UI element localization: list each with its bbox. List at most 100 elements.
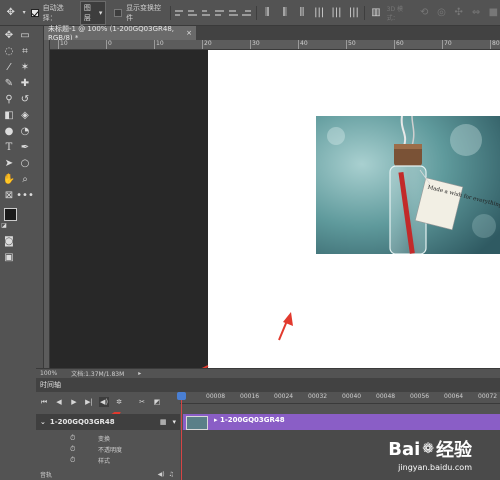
timeline-tick-label: 00064 bbox=[444, 393, 464, 400]
eraser-tool-icon[interactable]: ◧ bbox=[2, 110, 16, 122]
magic-wand-tool-icon[interactable]: ✶ bbox=[18, 62, 32, 74]
distribute-horizontal-icon[interactable]: ||| bbox=[330, 7, 343, 19]
timeline-panel-tab[interactable]: 时间轴 bbox=[36, 378, 500, 392]
auto-align-icon[interactable]: ▥ bbox=[369, 7, 382, 19]
timeline-tick-label: 00072 bbox=[478, 393, 498, 400]
ruler-tick-label: 0 bbox=[106, 40, 112, 49]
default-colors-icon[interactable]: ◪ bbox=[0, 222, 8, 230]
stopwatch-icon[interactable]: ⏱ bbox=[70, 456, 78, 465]
distribute-right-icon[interactable]: ||| bbox=[347, 7, 360, 19]
next-frame-icon[interactable]: ▶| bbox=[84, 397, 94, 407]
bottle-photo[interactable]: Made a wish for everything bbox=[316, 116, 500, 254]
transition-icon[interactable]: ◩ bbox=[152, 397, 162, 407]
chevron-down-icon: ▾ bbox=[98, 8, 103, 17]
distribute-left-icon[interactable]: ||| bbox=[313, 7, 326, 19]
align-bottom-icon[interactable] bbox=[201, 8, 211, 18]
status-menu-arrow-icon[interactable]: ▸ bbox=[138, 370, 141, 377]
crop-tool-icon[interactable]: ⌗ bbox=[18, 46, 32, 58]
brush-tool-icon[interactable]: ✎ bbox=[2, 78, 16, 90]
screen-mode-icon[interactable]: ▣ bbox=[2, 252, 16, 264]
3d-mode-label: 3D 模式： bbox=[386, 5, 403, 22]
timeline-tick-label: 00040 bbox=[342, 393, 362, 400]
document-size[interactable]: 文档:1.37M/1.83M bbox=[71, 369, 124, 378]
3d-roll-icon[interactable]: ◎ bbox=[435, 7, 448, 19]
speaker-icon[interactable]: ◀) bbox=[158, 471, 165, 478]
3d-slide-icon[interactable]: ⇔ bbox=[469, 7, 482, 19]
close-icon[interactable]: × bbox=[186, 29, 192, 37]
3d-drag-icon[interactable]: ✣ bbox=[452, 7, 465, 19]
align-top-icon[interactable] bbox=[174, 8, 184, 18]
foreground-color-swatch[interactable] bbox=[4, 208, 17, 221]
pasteboard bbox=[50, 50, 208, 368]
audio-toggle-icon[interactable]: ◀) bbox=[99, 397, 109, 407]
audio-track-row[interactable]: 音轨 ◀) ♫ bbox=[36, 468, 180, 480]
previous-frame-icon[interactable]: ◀ bbox=[54, 397, 64, 407]
show-transform-checkbox[interactable] bbox=[114, 8, 123, 17]
move-tool-icon[interactable]: ✥ bbox=[4, 7, 17, 19]
divider bbox=[169, 5, 171, 20]
history-brush-tool-icon[interactable]: ↺ bbox=[18, 94, 32, 106]
clip-thumbnail bbox=[186, 416, 208, 430]
edit-toolbar-icon[interactable]: ⊠ bbox=[2, 190, 16, 202]
3d-rotate-icon[interactable]: ⟲ bbox=[418, 7, 431, 19]
more-tools-icon[interactable]: ••• bbox=[16, 190, 34, 202]
paint-bucket-tool-icon[interactable]: ◈ bbox=[18, 110, 32, 122]
document-tab-bar: 未标题-1 @ 100% (1-200GQ03GR48, RGB/8) * × bbox=[44, 25, 500, 42]
stopwatch-icon[interactable]: ⏱ bbox=[70, 434, 78, 443]
chevron-down-icon[interactable]: ⌄ bbox=[40, 418, 46, 426]
settings-gear-icon[interactable]: ✲ bbox=[114, 397, 124, 407]
document-tab[interactable]: 未标题-1 @ 100% (1-200GQ03GR48, RGB/8) * × bbox=[44, 25, 196, 42]
playhead-line bbox=[181, 396, 182, 480]
artboard-tool-icon[interactable]: ▭ bbox=[18, 30, 32, 42]
property-transform[interactable]: ⏱ 变换 bbox=[36, 433, 180, 443]
auto-select-checkbox[interactable] bbox=[30, 8, 39, 17]
ruler-tick-label: 10 bbox=[154, 40, 164, 49]
timeline-time-ruler[interactable]: 00008 00016 00024 00032 00040 00048 00056 00064… bbox=[180, 392, 500, 404]
music-note-icon[interactable]: ♫ bbox=[169, 471, 174, 478]
move-tool-icon[interactable]: ✥ bbox=[2, 30, 16, 42]
blur-tool-icon[interactable]: ● bbox=[2, 126, 16, 138]
property-style[interactable]: ⏱ 样式 bbox=[36, 455, 180, 465]
align-left-icon[interactable] bbox=[215, 8, 225, 18]
healing-brush-tool-icon[interactable]: ✚ bbox=[18, 78, 32, 90]
pen-tool-icon[interactable]: ✒ bbox=[18, 142, 32, 154]
chevron-down-icon[interactable]: ▾ bbox=[172, 418, 176, 426]
stopwatch-icon[interactable]: ⏱ bbox=[70, 445, 78, 454]
timeline-tick-label: 00056 bbox=[410, 393, 430, 400]
play-icon[interactable]: ▶ bbox=[69, 397, 79, 407]
distribute-bottom-icon[interactable]: ⫼ bbox=[295, 7, 308, 19]
eyedropper-tool-icon[interactable]: ⁄ bbox=[2, 62, 16, 74]
zoom-level[interactable]: 100% bbox=[40, 370, 57, 377]
distribute-center-icon[interactable]: ⫼ bbox=[278, 7, 291, 19]
ellipse-tool-icon[interactable]: ○ bbox=[18, 158, 32, 170]
film-strip-icon[interactable]: ▦ bbox=[160, 418, 167, 426]
quick-mask-icon[interactable]: ◙ bbox=[2, 236, 16, 248]
clip-label-text: 1-200GQ03GR48 bbox=[219, 416, 285, 424]
dodge-tool-icon[interactable]: ◔ bbox=[18, 126, 32, 138]
property-label: 样式 bbox=[98, 457, 111, 465]
dropdown-arrow-icon[interactable]: ▾ bbox=[21, 7, 27, 19]
split-scissors-icon[interactable]: ✂ bbox=[137, 397, 147, 407]
ruler-tick-label: 10 bbox=[58, 40, 68, 49]
timeline-layer-row[interactable]: ⌄ 1-200GQ03GR48 ▦ ▾ bbox=[36, 414, 180, 430]
playhead-handle[interactable] bbox=[177, 392, 186, 400]
align-horizontal-center-icon[interactable] bbox=[228, 8, 238, 18]
first-frame-icon[interactable]: ⏮ bbox=[39, 397, 49, 407]
align-right-icon[interactable] bbox=[242, 8, 252, 18]
property-opacity[interactable]: ⏱ 不透明度 bbox=[36, 444, 180, 454]
divider bbox=[364, 5, 366, 20]
distribute-top-icon[interactable]: ⫼ bbox=[261, 7, 274, 19]
hand-tool-icon[interactable]: ✋ bbox=[2, 174, 16, 186]
align-vertical-center-icon[interactable] bbox=[188, 8, 198, 18]
timeline-tick-label: 00048 bbox=[376, 393, 396, 400]
ruler-tick-label: 20 bbox=[202, 40, 212, 49]
3d-scale-icon[interactable]: ■ bbox=[487, 7, 500, 19]
lasso-tool-icon[interactable]: ◌ bbox=[2, 46, 16, 58]
property-label: 不透明度 bbox=[98, 446, 123, 454]
type-tool-icon[interactable]: T bbox=[2, 142, 16, 154]
clone-stamp-tool-icon[interactable]: ⚲ bbox=[2, 94, 16, 106]
zoom-tool-icon[interactable]: ⌕ bbox=[18, 174, 32, 186]
path-selection-tool-icon[interactable]: ➤ bbox=[2, 158, 16, 170]
timeline-panel-title: 时间轴 bbox=[40, 381, 61, 389]
auto-select-dropdown[interactable]: 图层 ▾ bbox=[79, 0, 107, 25]
